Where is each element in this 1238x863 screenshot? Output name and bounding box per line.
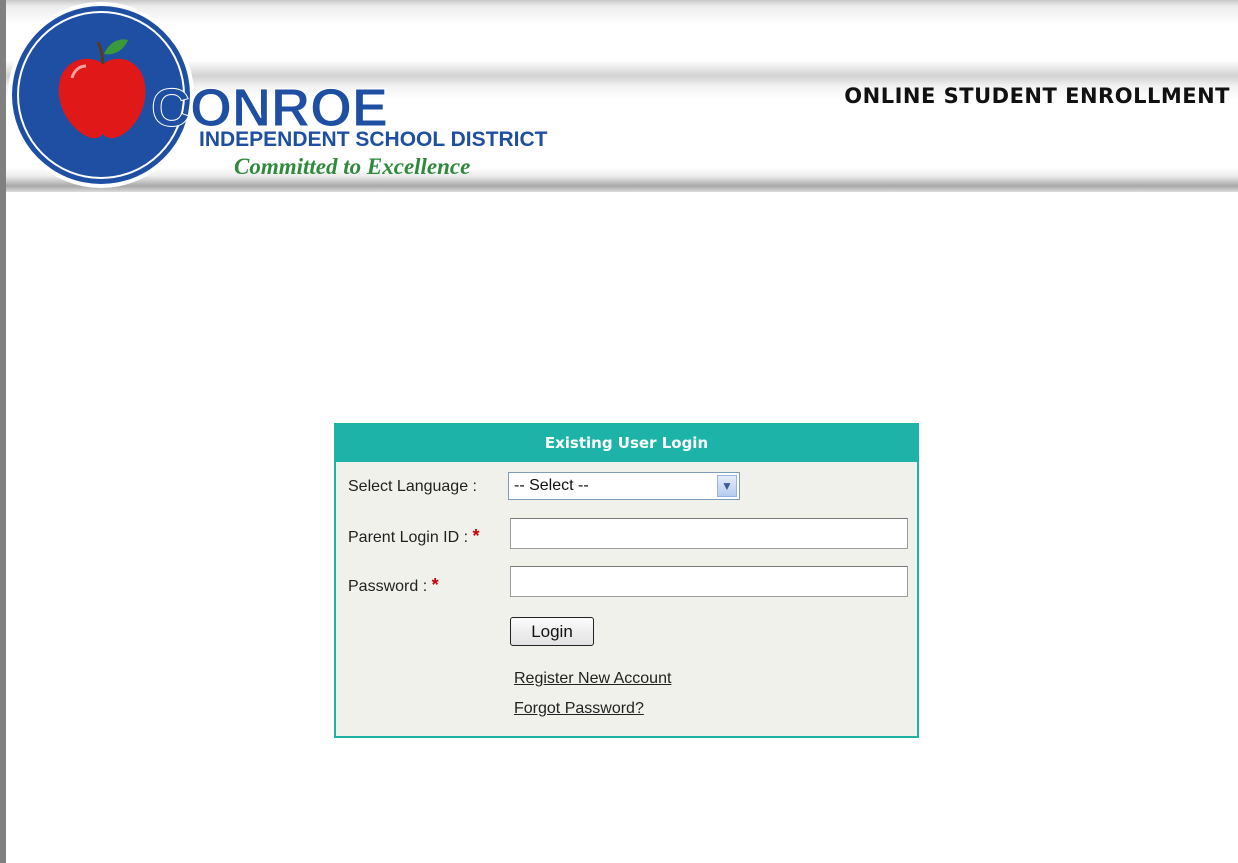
login-button[interactable]: Login: [510, 617, 594, 646]
required-marker: *: [472, 526, 480, 546]
password-label: Password : *: [348, 575, 439, 596]
login-id-label-text: Parent Login ID :: [348, 529, 469, 546]
language-label: Select Language :: [348, 478, 477, 496]
register-link[interactable]: Register New Account: [514, 670, 671, 688]
chevron-down-icon[interactable]: ▼: [717, 475, 737, 497]
header: CONROE INDEPENDENT SCHOOL DISTRICT Commi…: [6, 0, 1238, 192]
login-heading: Existing User Login: [336, 425, 917, 462]
login-id-input[interactable]: [510, 518, 908, 549]
login-id-label: Parent Login ID : *: [348, 526, 480, 547]
language-label-text: Select Language :: [348, 478, 477, 495]
district-logo: CONROE INDEPENDENT SCHOOL DISTRICT Commi…: [8, 2, 548, 188]
required-marker: *: [431, 575, 439, 595]
password-label-text: Password :: [348, 578, 428, 595]
logo-subtitle: INDEPENDENT SCHOOL DISTRICT: [199, 128, 548, 151]
forgot-password-link[interactable]: Forgot Password?: [514, 700, 644, 718]
page: CONROE INDEPENDENT SCHOOL DISTRICT Commi…: [0, 0, 1238, 863]
login-panel: Existing User Login Select Language : --…: [334, 423, 919, 738]
language-select[interactable]: -- Select -- ▼: [508, 472, 740, 500]
language-select-value: -- Select --: [514, 477, 589, 494]
page-title: ONLINE STUDENT ENROLLMENT: [844, 84, 1230, 108]
password-input[interactable]: [510, 566, 908, 597]
logo-tagline: Committed to Excellence: [234, 154, 470, 179]
